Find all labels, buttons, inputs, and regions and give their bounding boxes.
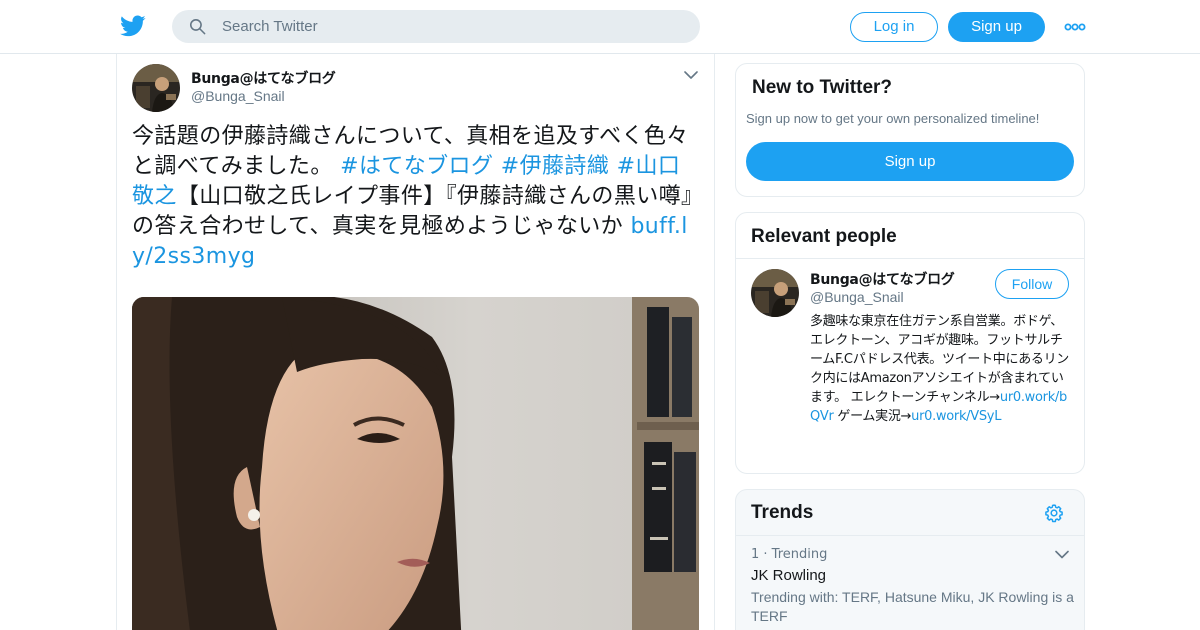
login-button[interactable]: Log in xyxy=(850,12,938,42)
divider xyxy=(736,535,1084,536)
trends-card: Trends 1 · Trending JK Rowling Trending … xyxy=(735,489,1085,630)
person-handle[interactable]: @Bunga_Snail xyxy=(810,289,904,305)
tweet-text-part: 【山口敬之氏レイプ事件】『伊藤詩織さんの黒い噂』の答え合わせして、真実を見極めよ… xyxy=(132,184,693,239)
signup-button[interactable]: Sign up xyxy=(948,12,1045,42)
card-title: Trends xyxy=(751,502,814,523)
more-icon[interactable] xyxy=(1064,18,1086,36)
person-name[interactable]: Bunga@はてなブログ xyxy=(810,269,955,289)
twitter-bird-icon[interactable] xyxy=(120,13,146,39)
tweet-text: 今話題の伊藤詩織さんについて、真相を追及すべく色々と調べてみました。 #はてなブ… xyxy=(132,122,702,272)
divider xyxy=(736,258,1084,259)
trend-context: Trending with: TERF, Hatsune Miku, JK Ro… xyxy=(751,589,1074,624)
author-handle[interactable]: @Bunga_Snail xyxy=(191,88,285,104)
person-bio: 多趣味な東京在住ガテン系自営業。ボドゲ、エレクトーン、アコギが趣味。フットサルチ… xyxy=(810,312,1075,426)
avatar-image xyxy=(751,269,799,317)
card-title: New to Twitter? xyxy=(752,77,893,98)
hashtag-link[interactable]: #はてなブログ xyxy=(340,154,493,179)
bio-link[interactable]: ur0.work/VSyL xyxy=(911,409,1001,424)
new-to-twitter-card: New to Twitter? Sign up now to get your … xyxy=(735,63,1085,197)
photo-image xyxy=(132,297,699,630)
search-icon xyxy=(189,18,206,35)
tweet-permalink: Bunga@はてなブログ @Bunga_Snail 今話題の伊藤詩織さんについて… xyxy=(116,54,715,630)
follow-button[interactable]: Follow xyxy=(995,269,1069,299)
trend-name[interactable]: JK Rowling xyxy=(751,567,826,584)
chevron-down-icon[interactable] xyxy=(1055,550,1069,559)
tweet-media-photo[interactable] xyxy=(132,297,699,630)
top-navigation-bar: Log in Sign up xyxy=(0,0,1200,54)
search-bar xyxy=(172,10,700,43)
card-title: Relevant people xyxy=(751,226,897,247)
avatar-image xyxy=(132,64,180,112)
chevron-down-icon[interactable] xyxy=(684,70,698,80)
search-input[interactable] xyxy=(222,10,682,43)
bio-text: ゲーム実況→ xyxy=(833,409,912,424)
trend-meta: 1 · Trending xyxy=(751,547,828,562)
author-name[interactable]: Bunga@はてなブログ xyxy=(191,68,336,88)
hashtag-link[interactable]: #伊藤詩織 xyxy=(501,154,609,179)
avatar[interactable] xyxy=(132,64,180,112)
signup-button-large[interactable]: Sign up xyxy=(746,142,1074,181)
relevant-people-card: Relevant people Bunga@はてなブログ @Bunga_Snai… xyxy=(735,212,1085,474)
card-subtitle: Sign up now to get your own personalized… xyxy=(746,111,1040,126)
gear-icon[interactable] xyxy=(1044,503,1064,523)
avatar[interactable] xyxy=(751,269,799,317)
